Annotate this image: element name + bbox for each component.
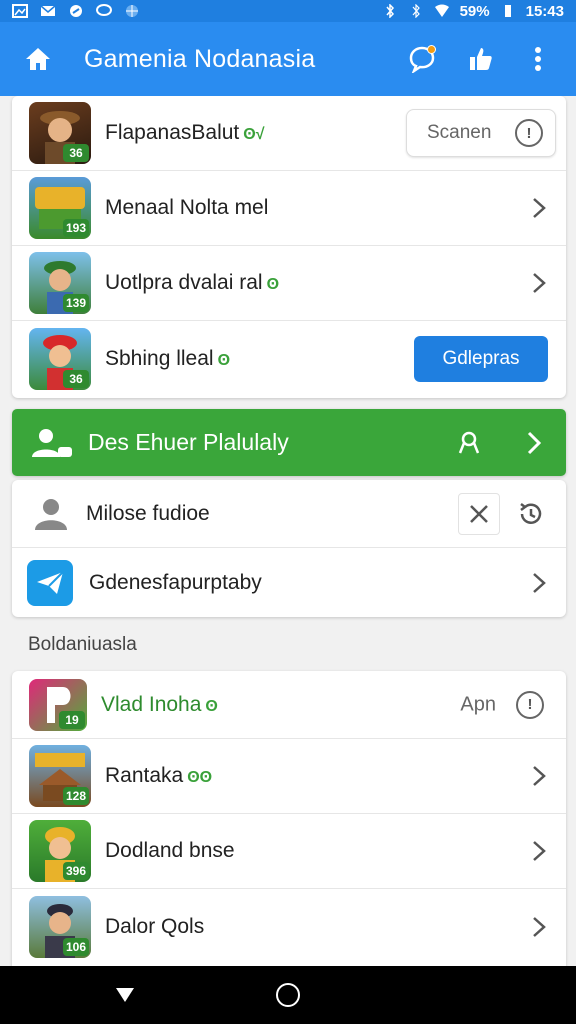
game-title: Dalor Qols (105, 914, 205, 938)
person-icon (35, 498, 67, 530)
game-title: Uotlpra dvalai ral ʘ (105, 271, 280, 294)
game-thumbnail: 19 (29, 678, 87, 731)
chevron-right-icon (533, 841, 546, 861)
app-title: Gamenia Nodanasia (84, 44, 316, 73)
list-item[interactable]: 396 Dodland bnse (12, 814, 566, 889)
game-list-card: 36 FlapanasBalut ʘ√ Scanen ! 193 Menaal N… (12, 96, 566, 398)
game-thumbnail: 36 (29, 102, 91, 164)
game-thumbnail: 139 (29, 252, 91, 314)
options-card: Milose fudioe Gdenesfapurptaby (12, 480, 566, 617)
highlight-banner[interactable]: Des Ehuer Plalulaly (12, 409, 566, 476)
close-icon (470, 504, 488, 523)
more-vert-icon (535, 47, 541, 71)
bluetooth-icon (386, 4, 394, 18)
game-badge: 139 (62, 294, 89, 312)
vibrate-icon (412, 4, 420, 18)
more-menu-button[interactable] (522, 43, 554, 75)
list-item[interactable]: 106 Dalor Qols (12, 889, 566, 964)
game-list-card-2: 19 Vlad Inoha ʘ Apn ! 128 Rantaka ʘʘ 396 D… (12, 671, 566, 966)
option-label: Gdenesfapurptaby (89, 570, 262, 594)
list-item[interactable]: 193 Menaal Nolta mel (12, 171, 566, 246)
battery-percent: 59% (459, 2, 490, 20)
user-group-icon (32, 428, 72, 457)
info-icon: ! (515, 119, 543, 147)
game-badge: 128 (62, 787, 89, 805)
list-item[interactable]: 139 Uotlpra dvalai ral ʘ (12, 246, 566, 321)
list-item[interactable]: 36 Sbhing lleal ʘ Gdlepras (12, 321, 566, 396)
scan-button[interactable]: Scanen ! (406, 109, 556, 157)
verified-icon: ʘ√ (243, 126, 265, 143)
list-item[interactable]: 19 Vlad Inoha ʘ Apn ! (12, 671, 566, 739)
mail-icon (40, 5, 56, 16)
game-title: Vlad Inoha ʘ (101, 692, 218, 716)
game-thumbnail: 396 (29, 820, 91, 882)
game-title: Sbhing lleal ʘ (105, 346, 231, 370)
status-bar: 59% 15:43 (0, 0, 576, 22)
chevron-right-icon (533, 766, 546, 786)
award-icon (458, 431, 480, 454)
list-item[interactable]: 128 Rantaka ʘʘ (12, 739, 566, 814)
notification-dot (427, 45, 436, 54)
game-thumbnail: 106 (29, 895, 91, 958)
app-bar: Gamenia Nodanasia (0, 22, 576, 96)
globe-icon (126, 5, 138, 17)
content-scroll[interactable]: 36 FlapanasBalut ʘ√ Scanen ! 193 Menaal N… (0, 96, 576, 966)
game-thumbnail: 193 (29, 177, 91, 239)
app-bar-actions (406, 43, 554, 75)
history-icon[interactable] (516, 499, 546, 529)
status-icons-left (12, 4, 140, 18)
verified-icon: ʘ (266, 276, 280, 293)
chevron-right-icon (533, 572, 546, 593)
home-circle-icon[interactable] (276, 983, 300, 1007)
apn-label[interactable]: Apn (460, 693, 496, 716)
list-item[interactable]: Milose fudioe (12, 480, 566, 548)
primary-action-button[interactable]: Gdlepras (414, 335, 548, 382)
close-button[interactable] (458, 492, 500, 535)
system-nav-bar (0, 966, 576, 1024)
game-title: Dodland bnse (105, 839, 235, 862)
chevron-right-icon (533, 198, 546, 218)
wifi-icon (434, 4, 449, 17)
game-title: Rantaka ʘʘ (105, 764, 213, 787)
link-icon (70, 5, 82, 17)
option-label: Milose fudioe (86, 501, 210, 525)
back-triangle-icon[interactable] (114, 986, 136, 1004)
verified-icon: ʘʘ (187, 769, 213, 786)
status-icons-right: 59% 15:43 (382, 3, 564, 20)
thumbs-up-icon (470, 48, 492, 70)
home-button[interactable] (20, 41, 56, 77)
game-thumbnail: 128 (29, 745, 91, 807)
game-badge: 396 (62, 862, 89, 880)
chevron-right-icon (533, 916, 546, 937)
like-button[interactable] (464, 43, 496, 75)
game-title: FlapanasBalut ʘ√ (105, 121, 265, 144)
chat-icon (96, 4, 112, 16)
game-badge: 36 (63, 144, 89, 162)
game-badge: 19 (59, 710, 85, 729)
game-badge: 106 (62, 937, 89, 956)
game-badge: 36 (63, 369, 89, 388)
clock: 15:43 (525, 2, 564, 20)
home-icon (26, 48, 50, 70)
chat-button[interactable] (406, 43, 438, 75)
battery-icon (504, 5, 511, 17)
message-app-icon (27, 559, 73, 606)
game-badge: 193 (62, 219, 89, 237)
list-item[interactable]: 36 FlapanasBalut ʘ√ Scanen ! (12, 96, 566, 171)
chevron-right-icon (533, 273, 546, 293)
info-icon[interactable]: ! (516, 690, 544, 719)
game-thumbnail: 36 (29, 327, 91, 390)
verified-icon: ʘ (205, 697, 218, 715)
banner-label: Des Ehuer Plalulaly (88, 429, 289, 455)
verified-icon: ʘ (217, 351, 231, 369)
list-item[interactable]: Gdenesfapurptaby (12, 548, 566, 617)
chevron-right-icon (527, 431, 542, 455)
section-heading: Boldaniuasla (28, 634, 137, 655)
image-icon (12, 4, 28, 18)
send-icon (37, 570, 64, 594)
game-title: Menaal Nolta mel (105, 196, 269, 219)
